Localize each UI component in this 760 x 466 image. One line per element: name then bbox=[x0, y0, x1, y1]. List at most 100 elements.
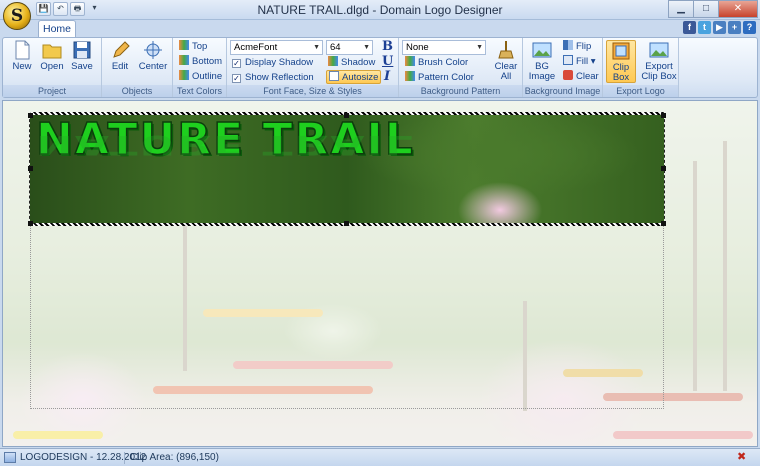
brush-color-button[interactable]: Brush Color bbox=[405, 56, 468, 70]
facebook-icon[interactable]: f bbox=[683, 21, 696, 34]
twitter-icon[interactable]: t bbox=[698, 21, 711, 34]
center-button[interactable]: Center bbox=[138, 40, 168, 83]
group-background-image: BG Image Flip Fill ▾ Clear Background Im… bbox=[523, 38, 603, 97]
status-bar: LOGODESIGN - 12.28.2012 Clip Area: (896,… bbox=[0, 448, 760, 466]
open-label: Open bbox=[40, 61, 64, 72]
top-color-label: Top bbox=[192, 41, 208, 52]
clear-image-button[interactable]: Clear bbox=[563, 70, 599, 84]
shadow-color-button[interactable]: Shadow bbox=[328, 56, 375, 70]
resize-handle-top-left[interactable] bbox=[28, 113, 33, 118]
pattern-select[interactable]: None ▼ bbox=[402, 40, 486, 55]
group-text-colors: Top Bottom Outline Text Colors bbox=[173, 38, 227, 97]
top-color-button[interactable]: Top bbox=[179, 40, 207, 54]
resize-handle-top-right[interactable] bbox=[661, 113, 666, 118]
group-label-background-image: Background Image bbox=[523, 85, 602, 97]
resize-handle-left[interactable] bbox=[28, 166, 33, 171]
italic-button[interactable]: I bbox=[384, 69, 390, 84]
export-clip-box-button[interactable]: Export Clip Box bbox=[641, 40, 677, 83]
color-swatch-icon bbox=[179, 40, 189, 50]
center-label: Center bbox=[138, 61, 168, 72]
app-menu-button[interactable]: S bbox=[3, 2, 31, 30]
group-objects: Edit Center Objects bbox=[102, 38, 173, 97]
close-button[interactable]: ✕ bbox=[718, 0, 758, 18]
edit-button[interactable]: Edit bbox=[105, 40, 135, 83]
status-document: LOGODESIGN - 12.28.2012 bbox=[20, 452, 147, 463]
window-title: NATURE TRAIL.dlgd - Domain Logo Designer bbox=[257, 3, 503, 17]
autosize-icon bbox=[329, 71, 339, 81]
resize-handle-right[interactable] bbox=[661, 166, 666, 171]
shadow-label: Shadow bbox=[341, 57, 376, 68]
group-label-font: Font Face, Size & Styles bbox=[227, 85, 398, 97]
design-canvas[interactable]: NATURE TRAIL NATURE TRAIL bbox=[2, 100, 758, 447]
clear-all-label-line2: All bbox=[500, 71, 512, 82]
checkbox-checked-icon: ✓ bbox=[232, 59, 241, 68]
logo-clip-box[interactable]: NATURE TRAIL NATURE TRAIL bbox=[29, 112, 665, 226]
edit-label: Edit bbox=[111, 61, 129, 72]
resize-handle-bottom-left[interactable] bbox=[28, 221, 33, 226]
flip-label: Flip bbox=[576, 41, 592, 52]
flip-button[interactable]: Flip bbox=[563, 40, 591, 54]
tab-home[interactable]: Home bbox=[38, 20, 76, 38]
resize-handle-bottom[interactable] bbox=[344, 221, 349, 226]
clip-box-button[interactable]: Clip Box bbox=[606, 40, 636, 83]
share-icon[interactable]: + bbox=[728, 21, 741, 34]
group-background-pattern: None ▼ Brush Color Pattern Color Clear Al… bbox=[399, 38, 523, 97]
autosize-label: Autosize bbox=[342, 72, 379, 83]
bg-image-button[interactable]: BG Image bbox=[527, 40, 557, 83]
group-project: New Open Save Project bbox=[3, 38, 102, 97]
autosize-button[interactable]: Autosize bbox=[326, 70, 382, 84]
flip-icon bbox=[563, 40, 573, 50]
color-swatch-icon bbox=[405, 56, 415, 66]
display-shadow-checkbox[interactable]: ✓ Display Shadow bbox=[232, 56, 313, 70]
minimize-button[interactable]: ▁ bbox=[668, 0, 694, 18]
folder-icon bbox=[42, 44, 62, 59]
clip-box-icon bbox=[612, 42, 630, 60]
bold-button[interactable]: B bbox=[382, 39, 393, 54]
save-label: Save bbox=[71, 61, 93, 72]
bg-image-label-line2: Image bbox=[528, 71, 556, 82]
center-icon bbox=[144, 41, 162, 59]
font-size-select[interactable]: 64 ▼ bbox=[326, 40, 373, 55]
underline-button[interactable]: U bbox=[382, 54, 393, 69]
new-button[interactable]: New bbox=[7, 40, 37, 83]
document-icon bbox=[4, 452, 16, 463]
group-export-logo: Clip Box Export Clip Box Export Logo bbox=[603, 38, 679, 97]
broom-icon bbox=[498, 41, 514, 59]
bottom-color-label: Bottom bbox=[192, 56, 223, 67]
group-font: AcmeFont ▼ 64 ▼ ✓ Display Shadow ✓ Show Refl… bbox=[227, 38, 399, 97]
youtube-icon[interactable]: ▶ bbox=[713, 21, 726, 34]
ribbon: New Open Save Project Edit Center Object… bbox=[2, 37, 758, 98]
resize-handle-top[interactable] bbox=[344, 113, 349, 118]
pencil-icon bbox=[113, 41, 130, 58]
brush-color-label: Brush Color bbox=[418, 57, 469, 68]
maximize-button[interactable]: □ bbox=[693, 0, 719, 18]
chevron-down-icon: ▼ bbox=[313, 44, 320, 51]
clear-all-button[interactable]: Clear All bbox=[491, 40, 521, 83]
outline-color-button[interactable]: Outline bbox=[179, 70, 222, 84]
window-controls: ▁ □ ✕ bbox=[668, 0, 758, 18]
chevron-down-icon: ▼ bbox=[476, 44, 483, 51]
app-logo-letter: S bbox=[10, 6, 24, 26]
social-links: f t ▶ + ? bbox=[683, 21, 756, 34]
fill-dropdown[interactable]: Fill ▾ bbox=[563, 55, 596, 69]
help-icon[interactable]: ? bbox=[743, 21, 756, 34]
ribbon-tab-row: Home f t ▶ + ? bbox=[0, 20, 760, 38]
new-label: New bbox=[12, 61, 32, 72]
clear-label: Clear bbox=[576, 71, 599, 82]
status-clip-area: Clip Area: (896,150) bbox=[130, 452, 219, 463]
resize-handle-bottom-right[interactable] bbox=[661, 221, 666, 226]
group-label-background-pattern: Background Pattern bbox=[399, 85, 522, 97]
font-name-select[interactable]: AcmeFont ▼ bbox=[230, 40, 323, 55]
show-reflection-label: Show Reflection bbox=[245, 72, 314, 83]
fill-icon bbox=[563, 55, 573, 65]
color-swatch-icon bbox=[179, 70, 189, 80]
font-size-value: 64 bbox=[330, 42, 341, 53]
display-shadow-label: Display Shadow bbox=[245, 57, 314, 68]
show-reflection-checkbox[interactable]: ✓ Show Reflection bbox=[232, 71, 314, 85]
open-button[interactable]: Open bbox=[37, 40, 67, 83]
bottom-color-button[interactable]: Bottom bbox=[179, 55, 222, 69]
pattern-color-button[interactable]: Pattern Color bbox=[405, 71, 474, 85]
status-close-icon[interactable]: ✖ bbox=[737, 452, 748, 463]
save-button[interactable]: Save bbox=[67, 40, 97, 83]
font-name-value: AcmeFont bbox=[234, 42, 278, 53]
